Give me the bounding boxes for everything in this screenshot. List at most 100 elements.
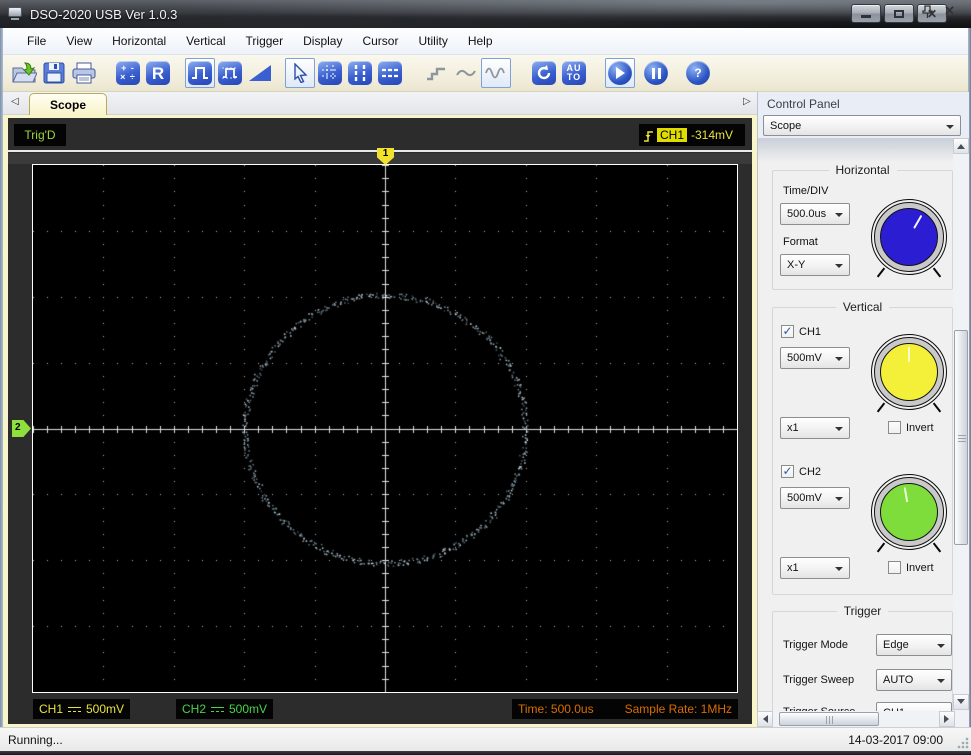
control-panel-close-icon[interactable]: ✕ — [944, 3, 955, 19]
app-icon — [8, 7, 24, 21]
pause-button[interactable] — [641, 58, 671, 88]
tab-scroll-left-icon[interactable]: ◁ — [11, 96, 19, 107]
maximize-icon — [894, 9, 904, 18]
timediv-label: Time/DIV — [783, 185, 829, 197]
window-title: DSO-2020 USB Ver 1.0.3 — [30, 6, 178, 22]
refresh-button[interactable] — [529, 58, 559, 88]
ch1-mult-dropdown[interactable]: x1 — [780, 417, 850, 439]
menu-vertical[interactable]: Vertical — [176, 30, 235, 52]
ch2-mult-dropdown[interactable]: x1 — [780, 557, 850, 579]
ch2-invert-label: Invert — [906, 562, 934, 574]
ch1-enable-checkbox[interactable]: ✓ — [781, 325, 794, 338]
reference-icon: R — [146, 61, 170, 85]
print-icon — [72, 62, 96, 84]
control-panel-gradient — [758, 138, 954, 162]
pulse-button[interactable] — [185, 58, 215, 88]
cursor-arrow-icon — [294, 63, 308, 83]
ch1-position-knob[interactable] — [871, 334, 947, 413]
ch2-position-knob[interactable] — [871, 474, 947, 553]
wave-button — [451, 58, 481, 88]
ramp-icon — [249, 65, 271, 81]
ch2-invert-checkbox[interactable] — [888, 561, 901, 574]
open-icon — [12, 62, 37, 83]
menu-horizontal[interactable]: Horizontal — [102, 30, 176, 52]
menu-trigger[interactable]: Trigger — [236, 30, 294, 52]
print-button[interactable] — [69, 58, 99, 88]
trigger-edge-icon — [644, 130, 653, 142]
status-text: Running... — [8, 732, 63, 747]
toolbar: + - × ÷ R AU TO ? — [3, 55, 968, 92]
math-icon: + - × ÷ — [116, 61, 140, 85]
save-icon — [43, 62, 65, 84]
scrollbar-corner — [955, 711, 969, 727]
scroll-down-button[interactable] — [953, 694, 969, 710]
ch2-volts-dropdown[interactable]: 500mV — [780, 487, 850, 509]
vertical-scrollbar-thumb[interactable] — [954, 330, 968, 545]
group-vertical-title: Vertical — [835, 300, 890, 314]
ch2-checkbox-label: CH2 — [799, 466, 822, 478]
run-button[interactable] — [605, 58, 635, 88]
horizontal-scrollbar-thumb[interactable] — [779, 712, 879, 726]
tab-scope[interactable]: Scope — [29, 93, 107, 115]
auto-setup-button[interactable]: AU TO — [559, 58, 589, 88]
grid-button[interactable] — [315, 58, 345, 88]
time-per-div: Time: 500.0us — [518, 702, 594, 716]
trigger-mode-label: Trigger Mode — [783, 639, 849, 651]
format-label: Format — [783, 236, 818, 248]
math-button[interactable]: + - × ÷ — [113, 58, 143, 88]
menu-display[interactable]: Display — [293, 30, 352, 52]
group-horizontal-title: Horizontal — [828, 163, 897, 177]
ch1-invert-checkbox[interactable] — [888, 421, 901, 434]
ch2-dc-coupling-icon — [211, 705, 225, 714]
ch2-readout: CH2 500mV — [176, 699, 273, 719]
menu-view[interactable]: View — [56, 30, 102, 52]
ramp-button[interactable] — [245, 58, 275, 88]
minimize-button[interactable] — [851, 4, 881, 23]
sine-icon — [485, 67, 505, 79]
menu-cursor[interactable]: Cursor — [352, 30, 408, 52]
tab-scroll-right-icon[interactable]: ▷ — [743, 96, 751, 107]
resize-grip[interactable] — [956, 736, 969, 749]
title-bar[interactable]: DSO-2020 USB Ver 1.0.3 — [0, 0, 971, 28]
menu-help[interactable]: Help — [458, 30, 503, 52]
status-datetime: 14-03-2017 09:00 — [848, 732, 943, 747]
scope-canvas — [33, 165, 737, 692]
scroll-right-button[interactable] — [939, 711, 955, 727]
vertical-cursors-button[interactable] — [345, 58, 375, 88]
trigger-status: Trig'D — [14, 124, 66, 146]
help-icon: ? — [686, 61, 710, 85]
horizontal-cursors-button[interactable] — [375, 58, 405, 88]
horizontal-knob[interactable] — [871, 199, 947, 278]
panel-selector-dropdown[interactable]: Scope — [763, 115, 961, 136]
scroll-left-button[interactable] — [757, 711, 773, 727]
trigger-level: -314mV — [691, 128, 734, 142]
help-button[interactable]: ? — [683, 58, 713, 88]
step-icon — [427, 67, 445, 81]
reference-button[interactable]: R — [143, 58, 173, 88]
auto-setup-icon: AU TO — [562, 61, 586, 85]
status-bar: Running... 14-03-2017 09:00 — [0, 727, 971, 751]
menu-utility[interactable]: Utility — [408, 30, 457, 52]
pulse-icon — [188, 61, 212, 85]
pulse-lines-button[interactable] — [215, 58, 245, 88]
trigger-mode-dropdown[interactable]: Edge — [876, 634, 952, 656]
pin-icon[interactable] — [922, 5, 933, 18]
control-panel-title: Control Panel — [767, 96, 840, 111]
control-panel-header: Control Panel — [757, 92, 969, 115]
ch1-volts-dropdown[interactable]: 500mV — [780, 347, 850, 369]
scroll-up-button[interactable] — [953, 138, 969, 154]
trigger-sweep-dropdown[interactable]: AUTO — [876, 669, 952, 691]
cursor-arrow-button[interactable] — [285, 58, 315, 88]
grid-icon — [318, 61, 342, 85]
menu-file[interactable]: File — [17, 30, 56, 52]
pulse-lines-icon — [218, 61, 242, 85]
maximize-button[interactable] — [884, 4, 914, 23]
timediv-dropdown[interactable]: 500.0us — [780, 203, 850, 225]
ch1-readout: CH1 500mV — [33, 699, 130, 719]
format-dropdown[interactable]: X-Y — [780, 254, 850, 276]
open-button[interactable] — [9, 58, 39, 88]
save-button[interactable] — [39, 58, 69, 88]
arrow-up-icon — [957, 140, 965, 149]
scope-display[interactable] — [32, 164, 738, 693]
ch2-enable-checkbox[interactable]: ✓ — [781, 465, 794, 478]
